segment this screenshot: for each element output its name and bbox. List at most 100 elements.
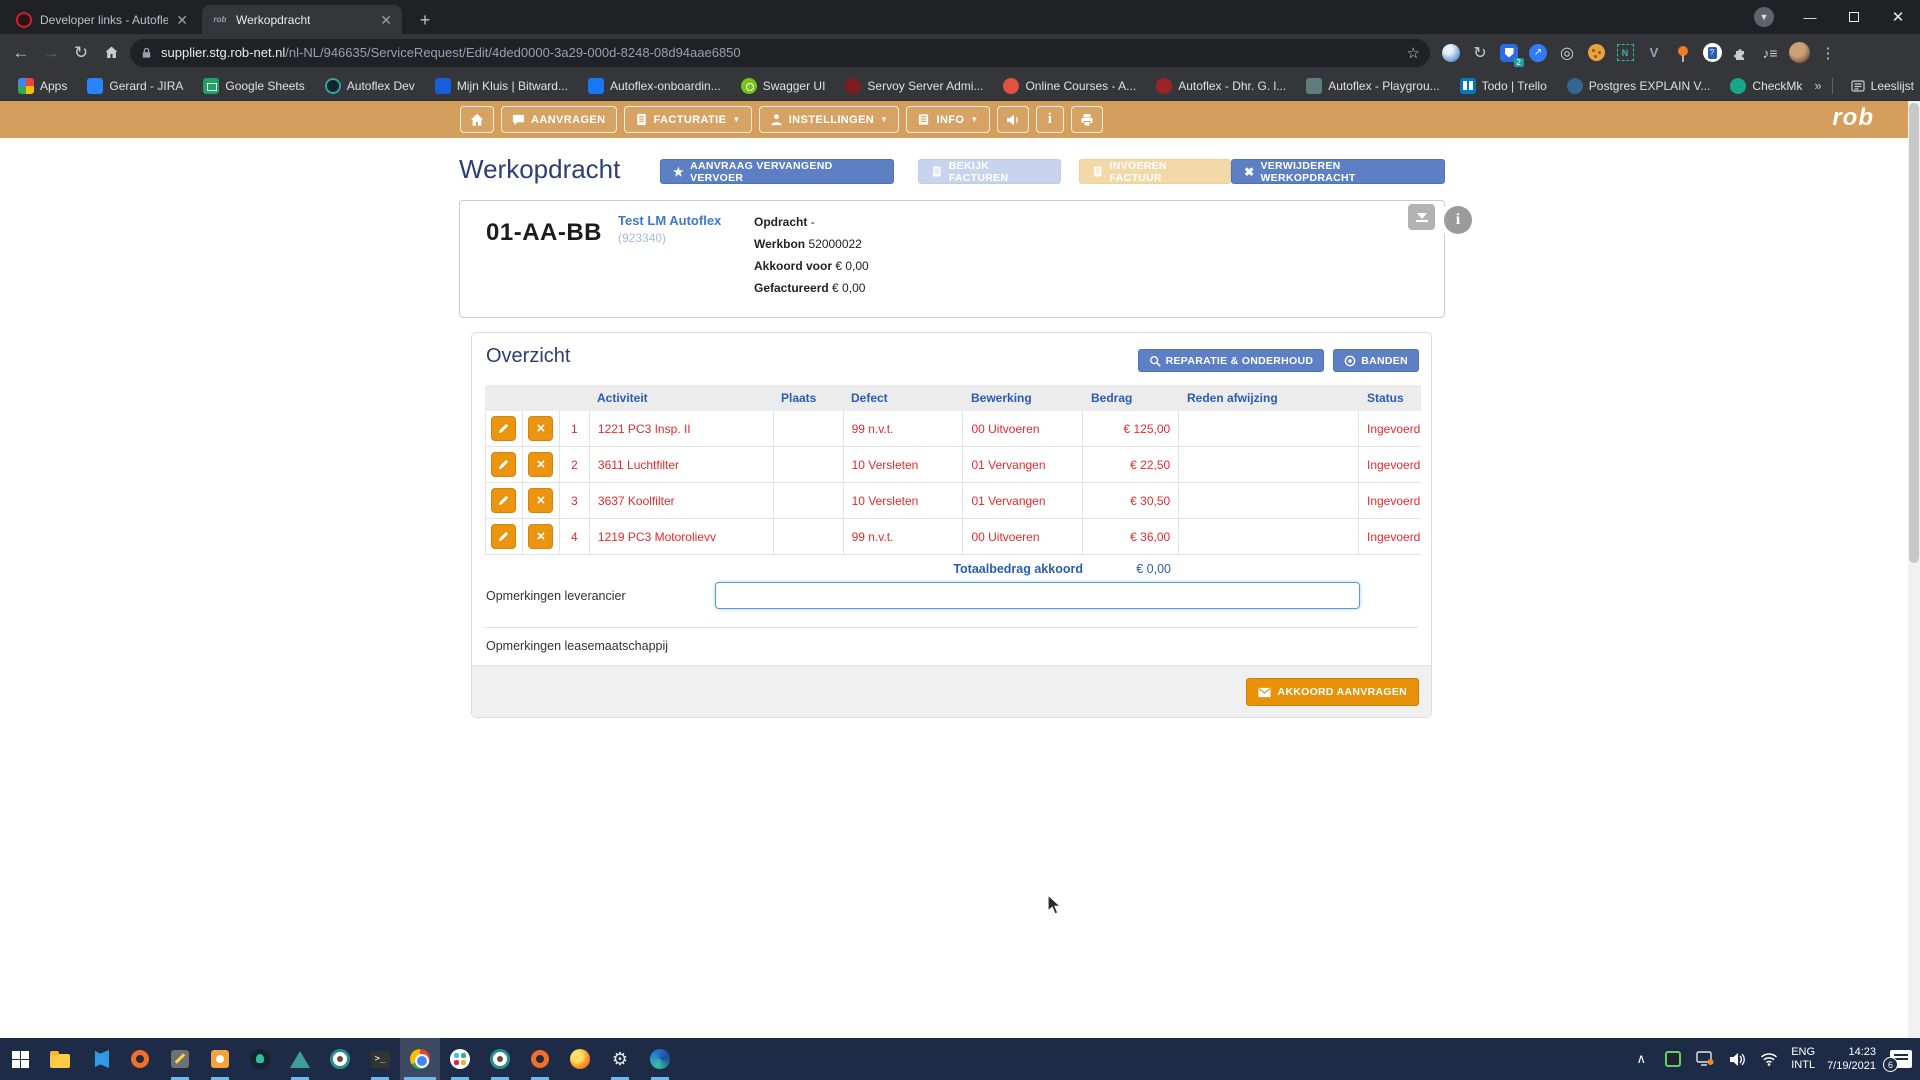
banden-button[interactable]: BANDEN (1333, 349, 1419, 372)
taskbar-terminal[interactable]: >_ (360, 1038, 400, 1080)
taskbar-file-explorer[interactable] (40, 1038, 80, 1080)
nav-print-button[interactable] (1071, 106, 1103, 133)
new-tab-button[interactable]: + (412, 7, 438, 33)
bitwarden-extension-icon[interactable]: 2 (1498, 42, 1520, 64)
bookmark-swagger[interactable]: Swagger UI (733, 75, 834, 97)
delete-row-button[interactable]: × (528, 452, 553, 477)
bekijk-facturen-button[interactable]: BEKIJK FACTUREN (918, 159, 1061, 184)
media-playlist-icon[interactable]: ♪≡ (1759, 42, 1781, 64)
maximize-button[interactable] (1832, 0, 1876, 34)
bookmark-label: Autoflex - Dhr. G. l... (1178, 79, 1286, 93)
taskbar-gitkraken[interactable] (240, 1038, 280, 1080)
pin-extension-icon[interactable] (1672, 42, 1694, 64)
delete-row-button[interactable]: × (528, 416, 553, 441)
tray-chevron-up-icon[interactable]: ∧ (1631, 1049, 1651, 1069)
minimize-button[interactable]: — (1788, 0, 1832, 34)
bookmark-postgres[interactable]: Postgres EXPLAIN V... (1559, 75, 1719, 97)
browser-menu-kebab-icon[interactable]: ⋮ (1817, 42, 1839, 64)
bookmarks-overflow-chevron[interactable]: » (1814, 78, 1821, 93)
tray-volume-icon[interactable] (1727, 1049, 1747, 1069)
nav-home-button[interactable] (460, 106, 494, 133)
bookmark-autoflex-dev[interactable]: Autoflex Dev (317, 75, 423, 97)
taskbar-dbeaver-2[interactable] (480, 1038, 520, 1080)
bookmark-autoflex-dhr[interactable]: Autoflex - Dhr. G. l... (1148, 75, 1294, 97)
company-link[interactable]: Test LM Autoflex (618, 213, 721, 228)
tab-developer-links[interactable]: Developer links - Autoflex Intern ✕ (6, 5, 198, 34)
taskbar-vscode[interactable] (80, 1038, 120, 1080)
cookie-extension-icon[interactable] (1585, 42, 1607, 64)
taskbar-settings[interactable]: ⚙ (600, 1038, 640, 1080)
bookmark-sheets[interactable]: Google Sheets (195, 75, 312, 97)
sync-extension-icon[interactable]: ↻ (1469, 42, 1491, 64)
bookmark-apps[interactable]: Apps (10, 75, 75, 97)
remarks-supplier-input[interactable] (715, 582, 1360, 609)
back-icon[interactable]: ← (6, 38, 36, 68)
bookmark-udemy[interactable]: Online Courses - A... (995, 75, 1144, 97)
reparatie-onderhoud-button[interactable]: REPARATIE & ONDERHOUD (1138, 349, 1325, 372)
nav-aanvragen-button[interactable]: AANVRAGEN (501, 106, 617, 133)
invoeren-factuur-button[interactable]: INVOEREN FACTUUR (1079, 159, 1231, 184)
taskbar-pyramid-app[interactable] (280, 1038, 320, 1080)
bookmark-bitwarden[interactable]: Mijn Kluis | Bitward... (427, 75, 576, 97)
forward-icon[interactable]: → (36, 38, 66, 68)
target-extension-icon[interactable]: ◎ (1556, 42, 1578, 64)
vue-devtools-icon[interactable]: V (1643, 42, 1665, 64)
taskbar-edge[interactable] (640, 1038, 680, 1080)
start-button[interactable] (0, 1038, 40, 1080)
tray-language-indicator[interactable]: ENG INTL (1791, 1046, 1815, 1072)
nav-info-i-button[interactable]: i (1036, 106, 1065, 133)
notification-center-button[interactable]: 6 (1888, 1049, 1914, 1069)
reading-list-button[interactable]: Leeslijst (1843, 76, 1920, 96)
edit-row-button[interactable] (491, 416, 516, 441)
tray-wifi-icon[interactable] (1759, 1049, 1779, 1069)
bookmark-onboarding[interactable]: Autoflex-onboardin... (580, 75, 729, 97)
scrollbar-thumb[interactable] (1909, 103, 1919, 563)
orb-extension-icon[interactable] (1440, 42, 1462, 64)
bookmark-jira[interactable]: Gerard - JIRA (79, 75, 191, 97)
akkoord-aanvragen-button[interactable]: AKKOORD AANVRAGEN (1246, 678, 1419, 706)
bookmark-checkmk[interactable]: CheckMk (1722, 75, 1810, 97)
taskbar-chrome[interactable] (400, 1038, 440, 1080)
extensions-puzzle-icon[interactable] (1730, 42, 1752, 64)
taskbar-photos-app[interactable] (200, 1038, 240, 1080)
tray-display-icon[interactable] (1695, 1049, 1715, 1069)
home-icon[interactable] (96, 38, 126, 68)
tray-clock[interactable]: 14:23 7/19/2021 (1827, 1045, 1876, 1073)
nav-audio-button[interactable] (997, 106, 1029, 133)
edit-row-button[interactable] (491, 452, 516, 477)
page-scrollbar[interactable] (1908, 101, 1920, 1038)
n-box-extension-icon[interactable]: N (1614, 42, 1636, 64)
delete-row-button[interactable]: × (528, 524, 553, 549)
edit-row-button[interactable] (491, 524, 516, 549)
bookmark-servoy[interactable]: Servoy Server Admi... (837, 75, 991, 97)
aanvraag-vervangend-vervoer-button[interactable]: ★ AANVRAAG VERVANGEND VERVOER (660, 159, 894, 184)
taskbar-orange-ring-app-2[interactable] (520, 1038, 560, 1080)
collapse-panel-button[interactable] (1408, 204, 1435, 230)
verwijderen-werkopdracht-button[interactable]: ✖ VERWIJDEREN WERKOPDRACHT (1231, 159, 1445, 184)
delete-row-button[interactable]: × (528, 488, 553, 513)
nav-facturatie-button[interactable]: FACTURATIE ▼ (624, 106, 752, 133)
tab-close-icon[interactable]: ✕ (176, 13, 188, 27)
info-circle-icon[interactable]: i (1444, 206, 1472, 234)
reload-icon[interactable]: ↻ (66, 38, 96, 68)
taskbar-slack[interactable] (440, 1038, 480, 1080)
nav-info-button[interactable]: INFO ▼ (906, 106, 989, 133)
share-arrow-extension-icon[interactable]: ↗ (1527, 42, 1549, 64)
nav-instellingen-button[interactable]: INSTELLINGEN ▼ (759, 106, 900, 133)
clipboard-help-extension-icon[interactable]: ? (1701, 42, 1723, 64)
tray-capture-app-icon[interactable] (1663, 1049, 1683, 1069)
browser-status-circle-icon[interactable]: ▼ (1754, 7, 1774, 27)
taskbar-dbeaver[interactable] (320, 1038, 360, 1080)
bookmark-playground[interactable]: Autoflex - Playgrou... (1298, 75, 1447, 97)
close-button[interactable]: ✕ (1876, 0, 1920, 34)
taskbar-orange-ring-app[interactable] (120, 1038, 160, 1080)
tab-close-icon[interactable]: ✕ (380, 13, 392, 27)
bookmark-star-icon[interactable]: ☆ (1407, 44, 1420, 62)
taskbar-tools-app[interactable] (160, 1038, 200, 1080)
omnibox[interactable]: supplier.stg.rob-net.nl/nl-NL/946635/Ser… (130, 39, 1430, 67)
tab-werkopdracht[interactable]: rob Werkopdracht ✕ (202, 5, 402, 34)
bookmark-trello[interactable]: Todo | Trello (1452, 75, 1555, 97)
taskbar-firefox[interactable] (560, 1038, 600, 1080)
edit-row-button[interactable] (491, 488, 516, 513)
profile-avatar[interactable] (1788, 42, 1810, 64)
